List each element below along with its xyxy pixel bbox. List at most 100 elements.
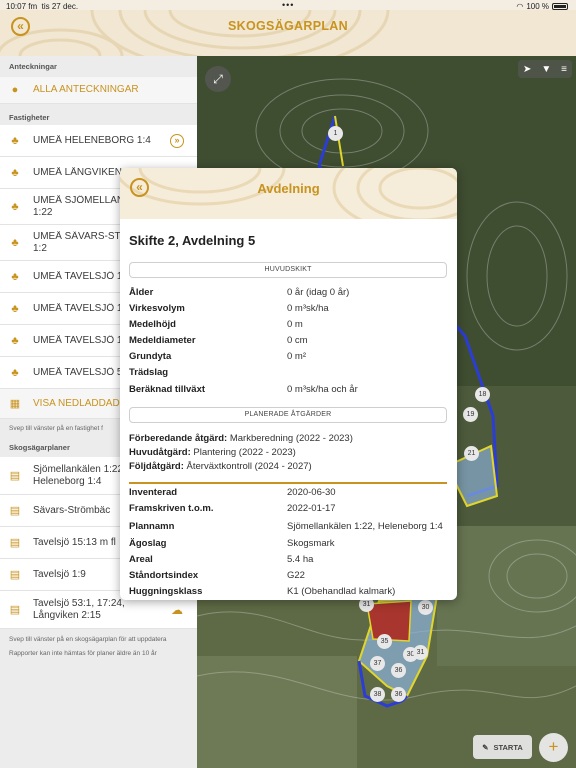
tree-icon: ♣ [11,302,19,315]
plan-label-line2: Heleneborg 1:4 [33,475,102,487]
action-row: Följdåtgärd: Återväxtkontroll (2024 - 20… [129,461,312,472]
all-notes-item[interactable]: ● ALLA ANTECKNINGAR [0,77,197,104]
modal-header: « Avdelning [120,168,457,219]
tree-icon: ♣ [11,166,19,179]
status-right: ◠ 100 % [516,2,568,11]
chevron-right-icon[interactable]: » [170,133,184,148]
property-label: UMEÅ SJÖMELLAN [33,194,125,206]
detail-key: Medelhöjd [129,319,176,330]
battery-icon [552,3,568,10]
info-row: Plannamn Sjömellankälen 1:22, Heleneborg … [129,521,449,537]
plan-label: Sjömellankälen 1:22, [33,463,126,475]
info-key: Inventerad [129,487,178,498]
map-marker[interactable]: 38 [370,687,385,702]
status-bar: 10:07 fm tis 27 dec. ••• ◠ 100 % [0,0,576,12]
cloud-download-icon[interactable]: ☁ [171,603,183,617]
info-value: 2020-06-30 [287,487,336,498]
map-marker[interactable]: 21 [464,446,479,461]
page-title: SKOGSÄGARPLAN [228,19,348,33]
filter-icon[interactable]: ▼ [541,64,551,75]
detail-row: Beräknad tillväxt 0 m³sk/ha och år [129,384,449,400]
notes-section-header: Anteckningar [9,62,57,71]
map-marker[interactable]: 37 [370,656,385,671]
detail-value: 0 m² [287,351,306,362]
document-icon: ▤ [9,604,21,616]
action-key: Följdåtgärd: [129,461,184,472]
detail-value: 0 m [287,319,303,330]
property-label-line2: 1:22 [33,206,53,218]
detail-key: Beräknad tillväxt [129,384,206,395]
detail-value: 0 m³sk/ha och år [287,384,358,395]
document-icon: ▤ [9,569,21,581]
property-label: UMEÅ SÄVARS-ST [33,230,121,242]
info-row: Areal 5.4 ha [129,554,449,570]
info-row: Framskriven t.o.m. 2022-01-17 [129,503,449,519]
start-label: STARTA [493,742,523,752]
detail-value: 0 år (idag 0 år) [287,287,350,298]
planned-actions-button[interactable]: PLANERADE ÅTGÄRDER [129,407,447,423]
divider [129,482,447,484]
info-value: Skogsmark [287,538,335,549]
action-value: Återväxtkontroll (2024 - 2027) [183,461,312,472]
detail-row: Virkesvolym 0 m³sk/ha [129,303,449,319]
detail-row: Trädslag [129,367,449,383]
main-layer-button[interactable]: HUVUDSKIKT [129,262,447,278]
wifi-icon: ◠ [516,2,524,11]
tree-icon: ♣ [11,270,19,283]
map-toolbar: ➤ ▼ ≡ [518,60,572,78]
detail-key: Trädslag [129,367,169,378]
info-key: Ägoslag [129,538,167,549]
action-value: Plantering (2022 - 2023) [190,447,296,458]
all-notes-label: ALLA ANTECKNINGAR [33,84,139,95]
map-marker[interactable]: 35 [377,634,392,649]
detail-key: Ålder [129,287,154,298]
info-row: Inventerad 2020-06-30 [129,487,449,503]
stand-detail-modal: « Avdelning Skifte 2, Avdelning 5 HUVUDS… [120,168,457,600]
layers-icon[interactable]: ≡ [561,64,567,75]
detail-value: 0 cm [287,335,308,346]
multitask-dots[interactable]: ••• [282,0,294,10]
map-marker[interactable]: 36 [391,663,406,678]
start-button[interactable]: ✎ STARTA [473,735,532,759]
info-value: 5.4 ha [287,554,314,565]
property-label: UMEÅ TAVELSJÖ 5 [33,366,123,378]
map-marker[interactable]: 19 [463,407,478,422]
tree-icon: ♣ [11,200,19,213]
status-time: 10:07 fm tis 27 dec. [6,2,79,11]
map-marker[interactable]: 18 [475,387,490,402]
map-marker[interactable]: 31 [413,645,428,660]
document-icon: ▤ [9,505,21,517]
plan-label: Tavelsjö 53:1, 17:24, [33,597,125,609]
stand-heading: Skifte 2, Avdelning 5 [129,233,256,248]
plan-label: Sävars-Strömbäc [33,504,111,516]
info-value: G22 [287,570,305,581]
action-row: Huvudåtgärd: Plantering (2022 - 2023) [129,447,296,458]
map-pin-icon: ● [11,84,19,96]
tree-icon: ♣ [11,134,19,147]
map-marker[interactable]: 36 [391,687,406,702]
info-key: Areal [129,554,153,565]
map-marker[interactable]: 1 [328,126,343,141]
properties-section-header: Fastigheter [9,113,50,122]
map-marker[interactable]: 30 [418,600,433,615]
info-key: Huggningsklass [129,586,203,597]
location-arrow-icon[interactable]: ➤ [523,64,531,75]
detail-row: Ålder 0 år (idag 0 år) [129,287,449,303]
route-icon: ✎ [482,742,489,752]
modal-title: Avdelning [257,181,320,196]
action-value: Markberedning (2022 - 2023) [227,433,353,444]
detail-row: Medelhöjd 0 m [129,319,449,335]
add-button[interactable]: + [539,733,568,762]
property-label-line2: 1:2 [33,242,47,254]
expand-icon[interactable]: ⤢ [205,66,231,92]
info-value: K1 (Obehandlad kalmark) [287,586,396,597]
property-label: UMEÅ HELENEBORG 1:4 [33,134,151,146]
info-row: Ägoslag Skogsmark [129,538,449,554]
app-header: « SKOGSÄGARPLAN [0,10,576,56]
property-item[interactable]: ♣ UMEÅ HELENEBORG 1:4 » [0,125,197,157]
plan-label: Tavelsjö 1:9 [33,568,86,580]
property-label: UMEÅ TAVELSJÖ 1 [33,334,123,346]
action-key: Förberedande åtgärd: [129,433,228,444]
action-row: Förberedande åtgärd: Markberedning (2022… [129,433,353,444]
detail-value: 0 m³sk/ha [287,303,329,314]
